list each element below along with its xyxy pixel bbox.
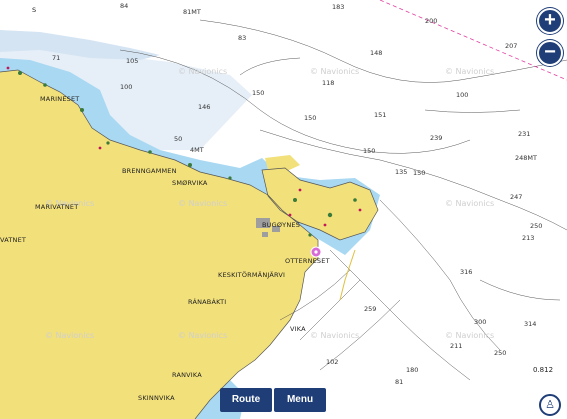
zoom-in-button[interactable]: +	[537, 8, 563, 34]
svg-text:151: 151	[374, 111, 386, 119]
svg-text:50: 50	[174, 135, 182, 143]
label-marivatnet: MARIVATNET	[35, 203, 78, 211]
svg-text:© Navionics: © Navionics	[310, 67, 359, 76]
label-skinnvika: SKINNVIKA	[138, 394, 175, 402]
svg-text:102: 102	[326, 358, 338, 366]
svg-text:© Navionics: © Navionics	[445, 199, 494, 208]
svg-text:316: 316	[460, 268, 472, 276]
svg-text:146: 146	[198, 103, 210, 111]
label-brenngammen: BRENNGAMMEN	[122, 167, 177, 175]
svg-text:© Navionics: © Navionics	[45, 331, 94, 340]
svg-text:211: 211	[450, 342, 462, 350]
person-icon[interactable]: ♙	[539, 394, 561, 416]
svg-text:148: 148	[370, 49, 382, 57]
svg-text:135: 135	[395, 168, 407, 176]
svg-text:81: 81	[395, 378, 403, 386]
svg-text:150: 150	[252, 89, 264, 97]
svg-text:300: 300	[474, 318, 486, 326]
svg-text:180: 180	[406, 366, 418, 374]
svg-text:© Navionics: © Navionics	[445, 331, 494, 340]
svg-text:© Navionics: © Navionics	[178, 199, 227, 208]
svg-text:150: 150	[363, 147, 375, 155]
svg-text:231: 231	[518, 130, 530, 138]
label-s: S	[32, 6, 36, 14]
svg-text:314: 314	[524, 320, 536, 328]
svg-text:© Navionics: © Navionics	[445, 67, 494, 76]
svg-text:83: 83	[238, 34, 246, 42]
svg-text:105: 105	[126, 57, 138, 65]
label-smorvika: SMØRVIKA	[172, 179, 208, 187]
svg-text:84: 84	[120, 2, 128, 10]
svg-text:150: 150	[413, 169, 425, 177]
svg-text:150: 150	[304, 114, 316, 122]
svg-text:248MT: 248MT	[515, 154, 537, 162]
svg-text:81MT: 81MT	[183, 8, 201, 16]
scale-readout: 0.812	[533, 366, 554, 374]
label-otterneset: OTTERNESET	[285, 257, 330, 265]
svg-text:250: 250	[530, 222, 542, 230]
nautical-chart[interactable]: © Navionics © Navionics © Navionics © Na…	[0, 0, 567, 419]
label-ranabakti: RÁNABÁKTI	[188, 297, 226, 306]
menu-button[interactable]: Menu	[274, 388, 326, 412]
svg-text:239: 239	[430, 134, 442, 142]
label-keskitormanjarvi: KESKITÖRMÄNJÄRVI	[218, 270, 285, 279]
label-ranvika: RANVIKA	[172, 371, 202, 379]
svg-text:118: 118	[322, 79, 334, 87]
svg-text:207: 207	[505, 42, 517, 50]
label-marineset: MARINESET	[40, 95, 79, 103]
svg-text:© Navionics: © Navionics	[178, 331, 227, 340]
svg-text:71: 71	[52, 54, 60, 62]
zoom-out-button[interactable]: −	[537, 40, 563, 66]
svg-text:© Navionics: © Navionics	[310, 331, 359, 340]
svg-text:213: 213	[522, 234, 534, 242]
svg-text:100: 100	[120, 83, 132, 91]
location-marker-icon[interactable]	[310, 246, 322, 258]
svg-text:200: 200	[425, 17, 437, 25]
svg-text:4MT: 4MT	[190, 146, 204, 154]
svg-text:247: 247	[510, 193, 522, 201]
svg-text:183: 183	[332, 3, 344, 11]
svg-text:250: 250	[494, 349, 506, 357]
svg-text:259: 259	[364, 305, 376, 313]
svg-text:© Navionics: © Navionics	[178, 67, 227, 76]
svg-text:100: 100	[456, 91, 468, 99]
label-vika: VIKA	[290, 325, 306, 333]
label-bugoynes: BUGØYNES	[262, 221, 300, 229]
route-button[interactable]: Route	[220, 388, 272, 412]
label-vatnet: VATNET	[0, 236, 26, 244]
